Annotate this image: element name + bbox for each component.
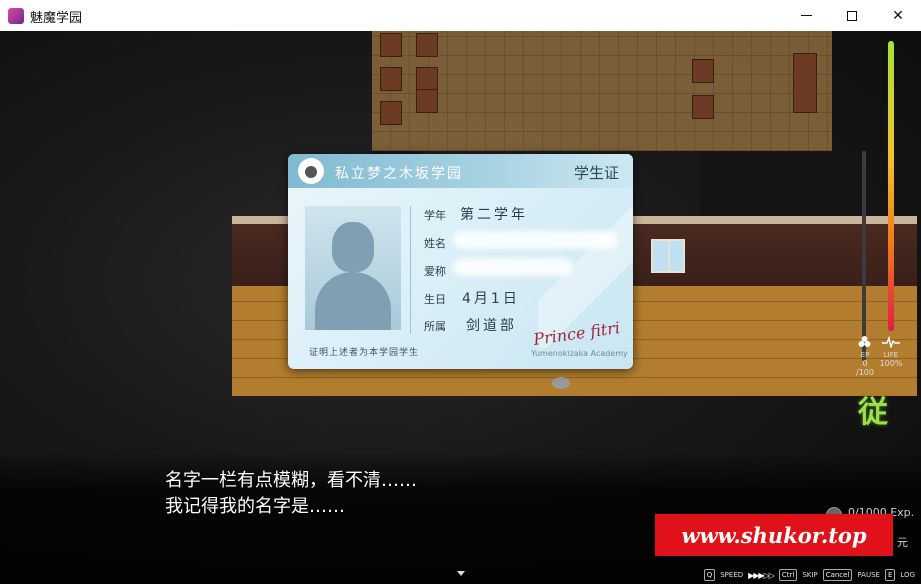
silhouette-head (332, 222, 374, 272)
grade-label: 学年 (424, 209, 446, 222)
ep-value: 0 (862, 359, 868, 368)
dialogue-line: 我记得我的名字是…… (165, 496, 345, 517)
desk (380, 101, 402, 125)
sheep-logo-icon (298, 158, 324, 184)
control-hints: Q SPEED ▶▶▶▷▷ Ctrl SKIP Cancel PAUSE E L… (703, 569, 915, 581)
heartbeat-icon (882, 336, 900, 348)
skip-key[interactable]: Ctrl (778, 569, 798, 581)
silhouette-body (315, 272, 391, 330)
card-divider (410, 206, 411, 334)
life-value: 100% (879, 359, 903, 368)
desk (692, 59, 714, 83)
life-label: LIFE (883, 351, 899, 359)
ep-label: EP (860, 351, 870, 359)
desk (380, 33, 402, 57)
ep-gauge (862, 151, 866, 361)
card-header: 私立梦之木坂学园 学生证 (288, 154, 633, 188)
student-id-card: 私立梦之木坂学园 学生证 学年 第二学年 姓名 爱称 生日 4月1日 所属 剑道… (288, 154, 633, 369)
desk (416, 33, 438, 57)
speed-label: SPEED (720, 571, 744, 579)
birthday-label: 生日 (424, 293, 446, 306)
desk (692, 95, 714, 119)
minimize-button[interactable] (783, 0, 829, 31)
title-bar: 魅魔学园 ✕ (0, 0, 921, 32)
minimize-icon (800, 15, 812, 16)
grade-value: 第二学年 (460, 207, 528, 223)
speed-key[interactable]: Q (703, 569, 716, 581)
app-icon (8, 8, 24, 24)
ep-drop-icon (858, 336, 871, 347)
skip-label: SKIP (802, 571, 818, 579)
dialogue-box[interactable]: 名字一栏有点模糊，看不清…… 我记得我的名字是…… (165, 468, 417, 520)
hallway-window (651, 239, 685, 273)
classroom-floor (372, 31, 832, 151)
speed-pips: ▶▶▶▷▷ (748, 570, 775, 580)
life-gauge (888, 41, 894, 331)
watermark-text: www.shukor.top (681, 522, 867, 548)
cabinet (793, 53, 817, 113)
desk (416, 67, 438, 91)
state-indicator: 従 (858, 395, 888, 430)
log-key[interactable]: E (884, 569, 896, 581)
dialogue-line: 名字一栏有点模糊，看不清…… (165, 470, 417, 491)
nickname-label: 爱称 (424, 265, 446, 278)
card-type: 学生证 (573, 164, 619, 182)
close-icon: ✕ (892, 7, 904, 24)
player-character (552, 377, 570, 389)
close-button[interactable]: ✕ (875, 0, 921, 31)
desk (380, 67, 402, 91)
continue-arrow-icon[interactable] (457, 571, 465, 576)
pause-key[interactable]: Cancel (822, 569, 853, 581)
game-viewport[interactable]: 私立梦之木坂学园 学生证 学年 第二学年 姓名 爱称 生日 4月1日 所属 剑道… (0, 31, 921, 584)
name-blur (453, 231, 618, 249)
money-unit: 元 (897, 536, 908, 549)
academy-caption: Yumenokizaka Academy (531, 349, 628, 358)
name-label: 姓名 (424, 237, 446, 250)
maximize-button[interactable] (829, 0, 875, 31)
maximize-icon (847, 10, 857, 21)
pause-label: PAUSE (857, 571, 880, 579)
birthday-value: 4月1日 (462, 291, 520, 307)
log-label: LOG (900, 571, 915, 579)
nickname-blur (453, 258, 573, 276)
club-label: 所属 (424, 320, 446, 333)
window-title: 魅魔学园 (30, 11, 83, 26)
desk (416, 89, 438, 113)
ep-max: /100 (856, 368, 874, 377)
id-photo (305, 206, 401, 330)
school-name: 私立梦之木坂学园 (335, 166, 463, 182)
club-value: 剑道部 (466, 318, 517, 334)
watermark-banner: www.shukor.top (655, 514, 893, 556)
card-footer: 证明上述者为本学园学生 (309, 348, 420, 358)
wall-gap (700, 151, 830, 216)
life-gauge-fill (888, 41, 894, 331)
